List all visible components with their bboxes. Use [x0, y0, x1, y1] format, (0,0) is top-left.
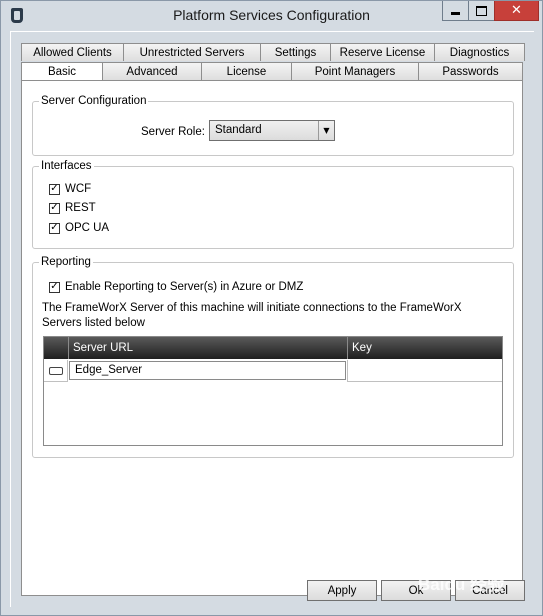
tab-diagnostics[interactable]: Diagnostics	[434, 43, 525, 61]
server-role-dropdown[interactable]: Standard ▼	[209, 120, 335, 141]
row-edit-icon	[48, 366, 63, 375]
interfaces-group: Interfaces ✓ WCF ✓ REST ✓ OPC UA	[32, 159, 514, 249]
grid-header: Server URL Key	[44, 337, 502, 359]
row-header-column	[44, 337, 69, 359]
tab-advanced[interactable]: Advanced	[102, 62, 202, 80]
enable-reporting-label: Enable Reporting to Server(s) in Azure o…	[65, 281, 304, 293]
tab-row-top: Allowed Clients Unrestricted Servers Set…	[21, 43, 525, 61]
tab-point-managers[interactable]: Point Managers	[291, 62, 419, 80]
enable-reporting-checkbox[interactable]: ✓	[49, 281, 60, 293]
tab-passwords[interactable]: Passwords	[418, 62, 523, 80]
table-row[interactable]: Edge_Server	[44, 360, 502, 382]
dialog-client-area: Allowed Clients Unrestricted Servers Set…	[10, 31, 534, 607]
tab-content-panel: Server Configuration Server Role: Standa…	[21, 80, 523, 596]
wcf-checkbox[interactable]: ✓	[49, 183, 60, 195]
minimize-button[interactable]	[442, 1, 469, 21]
opc-ua-checkbox[interactable]: ✓	[49, 222, 60, 234]
tab-unrestricted-servers[interactable]: Unrestricted Servers	[123, 43, 261, 61]
title-bar[interactable]: Platform Services Configuration ✕	[1, 1, 542, 31]
tab-license[interactable]: License	[201, 62, 292, 80]
interface-opc-ua[interactable]: ✓ OPC UA	[49, 222, 109, 234]
close-icon: ✕	[511, 3, 522, 18]
apply-button[interactable]: Apply	[307, 580, 377, 601]
ok-button[interactable]: Ok	[381, 580, 451, 601]
enable-reporting-option[interactable]: ✓ Enable Reporting to Server(s) in Azure…	[49, 281, 303, 293]
interfaces-title: Interfaces	[39, 159, 94, 173]
server-url-column-header[interactable]: Server URL	[69, 337, 348, 359]
tab-basic[interactable]: Basic	[21, 62, 103, 81]
key-cell[interactable]	[347, 360, 502, 382]
maximize-button[interactable]	[468, 1, 495, 21]
servers-grid[interactable]: Server URL Key Edge_Server	[43, 336, 503, 446]
server-role-value: Standard	[215, 124, 262, 136]
reporting-group: Reporting ✓ Enable Reporting to Server(s…	[32, 255, 514, 458]
reporting-description: The FrameWorX Server of this machine wil…	[42, 302, 462, 329]
reporting-title: Reporting	[39, 255, 93, 269]
server-role-label: Server Role:	[141, 126, 205, 138]
server-url-cell[interactable]: Edge_Server	[69, 361, 346, 380]
server-configuration-group: Server Configuration Server Role: Standa…	[32, 94, 514, 156]
cancel-button[interactable]: Cancel	[455, 580, 525, 601]
server-configuration-title: Server Configuration	[39, 94, 149, 108]
tab-allowed-clients[interactable]: Allowed Clients	[21, 43, 124, 61]
interface-rest[interactable]: ✓ REST	[49, 202, 96, 214]
opc-ua-label: OPC UA	[65, 222, 110, 234]
tab-row-bottom: Basic Advanced License Point Managers Pa…	[21, 62, 523, 81]
interface-wcf[interactable]: ✓ WCF	[49, 183, 91, 195]
tab-settings[interactable]: Settings	[260, 43, 331, 61]
maximize-icon	[476, 5, 487, 16]
row-selector[interactable]	[44, 360, 68, 382]
rest-checkbox[interactable]: ✓	[49, 202, 60, 214]
dropdown-arrow-icon[interactable]: ▼	[318, 121, 334, 140]
dialog-window: Platform Services Configuration ✕ Allowe…	[0, 0, 543, 616]
wcf-label: WCF	[65, 183, 92, 195]
tab-reserve-license[interactable]: Reserve License	[330, 43, 435, 61]
rest-label: REST	[65, 202, 96, 214]
minimize-icon	[451, 12, 460, 15]
close-button[interactable]: ✕	[494, 1, 539, 21]
key-column-header[interactable]: Key	[348, 337, 502, 359]
